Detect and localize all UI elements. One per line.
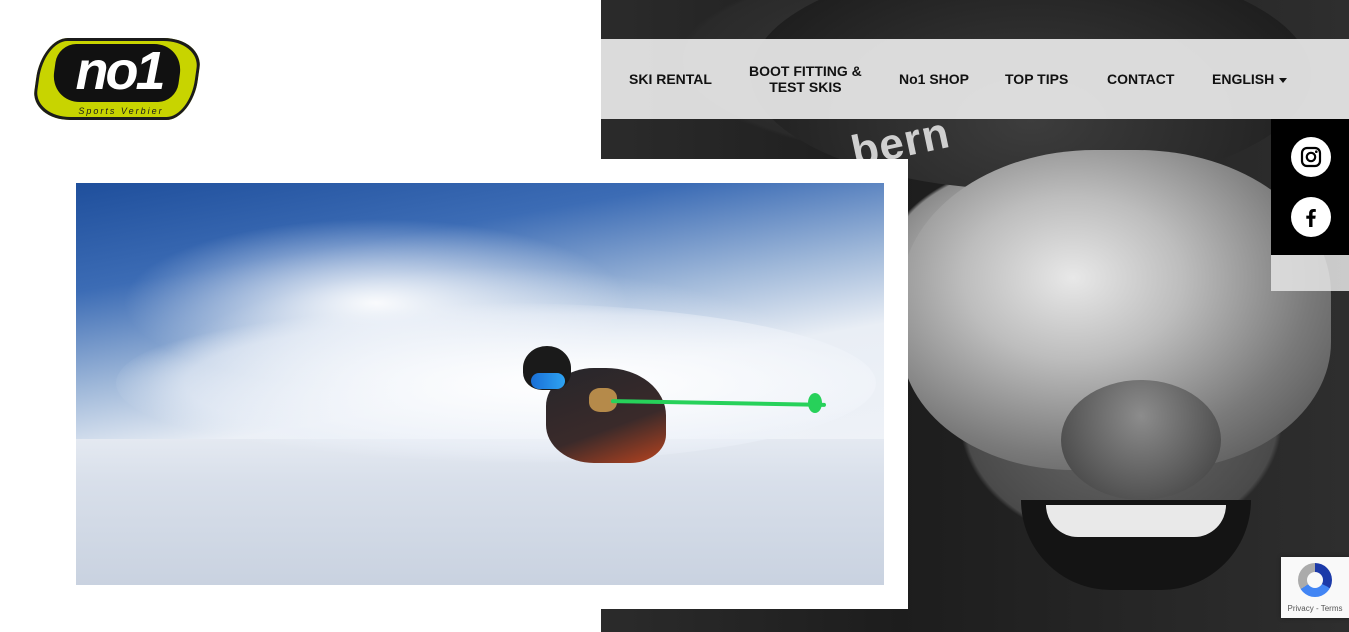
ski-pole-basket [808,393,822,413]
language-label: ENGLISH [1212,71,1275,87]
nav-item-boot-fitting[interactable]: BOOT FITTING & TEST SKIS [749,63,862,95]
nav-item-contact[interactable]: CONTACT [1107,71,1174,87]
recaptcha-badge[interactable]: Privacy - Terms [1281,557,1349,618]
caret-down-icon [1279,77,1288,83]
nav-item-label: CONTACT [1107,71,1175,87]
snow-spray [116,303,876,463]
logo-tagline: Sports Verbier [78,106,164,116]
skier-powder-photo [76,183,884,585]
teeth-shape [1046,505,1226,537]
instagram-icon [1300,146,1322,168]
logo-mark-text: no1 [75,41,165,101]
language-selector[interactable]: ENGLISH [1212,71,1288,87]
nav-item-label: SKI RENTAL [629,71,712,87]
recaptcha-privacy-link[interactable]: Privacy [1288,604,1314,613]
recaptcha-links: Privacy - Terms [1281,604,1349,613]
site-logo[interactable]: no1 Sports Verbier [30,38,204,120]
skier-goggles [531,373,565,389]
main-navigation: SKI RENTAL BOOT FITTING & TEST SKIS No1 … [601,39,1349,119]
recaptcha-separator: - [1313,604,1321,613]
recaptcha-terms-link[interactable]: Terms [1321,604,1343,613]
nav-item-top-tips[interactable]: TOP TIPS [1005,71,1068,87]
nav-item-label: No1 SHOP [899,71,970,87]
nav-item-label: BOOT FITTING & [749,63,862,79]
nav-item-no1-shop[interactable]: No1 SHOP [899,71,969,87]
facebook-link[interactable] [1291,197,1331,237]
facebook-icon [1306,209,1316,227]
nose-shape [1061,380,1221,500]
nav-item-ski-rental[interactable]: SKI RENTAL [629,71,712,87]
social-panel-divider [1271,255,1349,291]
instagram-link[interactable] [1291,137,1331,177]
nav-item-label-line2: TEST SKIS [769,79,842,95]
featured-photo-card [52,159,908,609]
social-links-panel [1271,119,1349,255]
recaptcha-icon [1298,563,1332,597]
nav-item-label: TOP TIPS [1005,71,1069,87]
